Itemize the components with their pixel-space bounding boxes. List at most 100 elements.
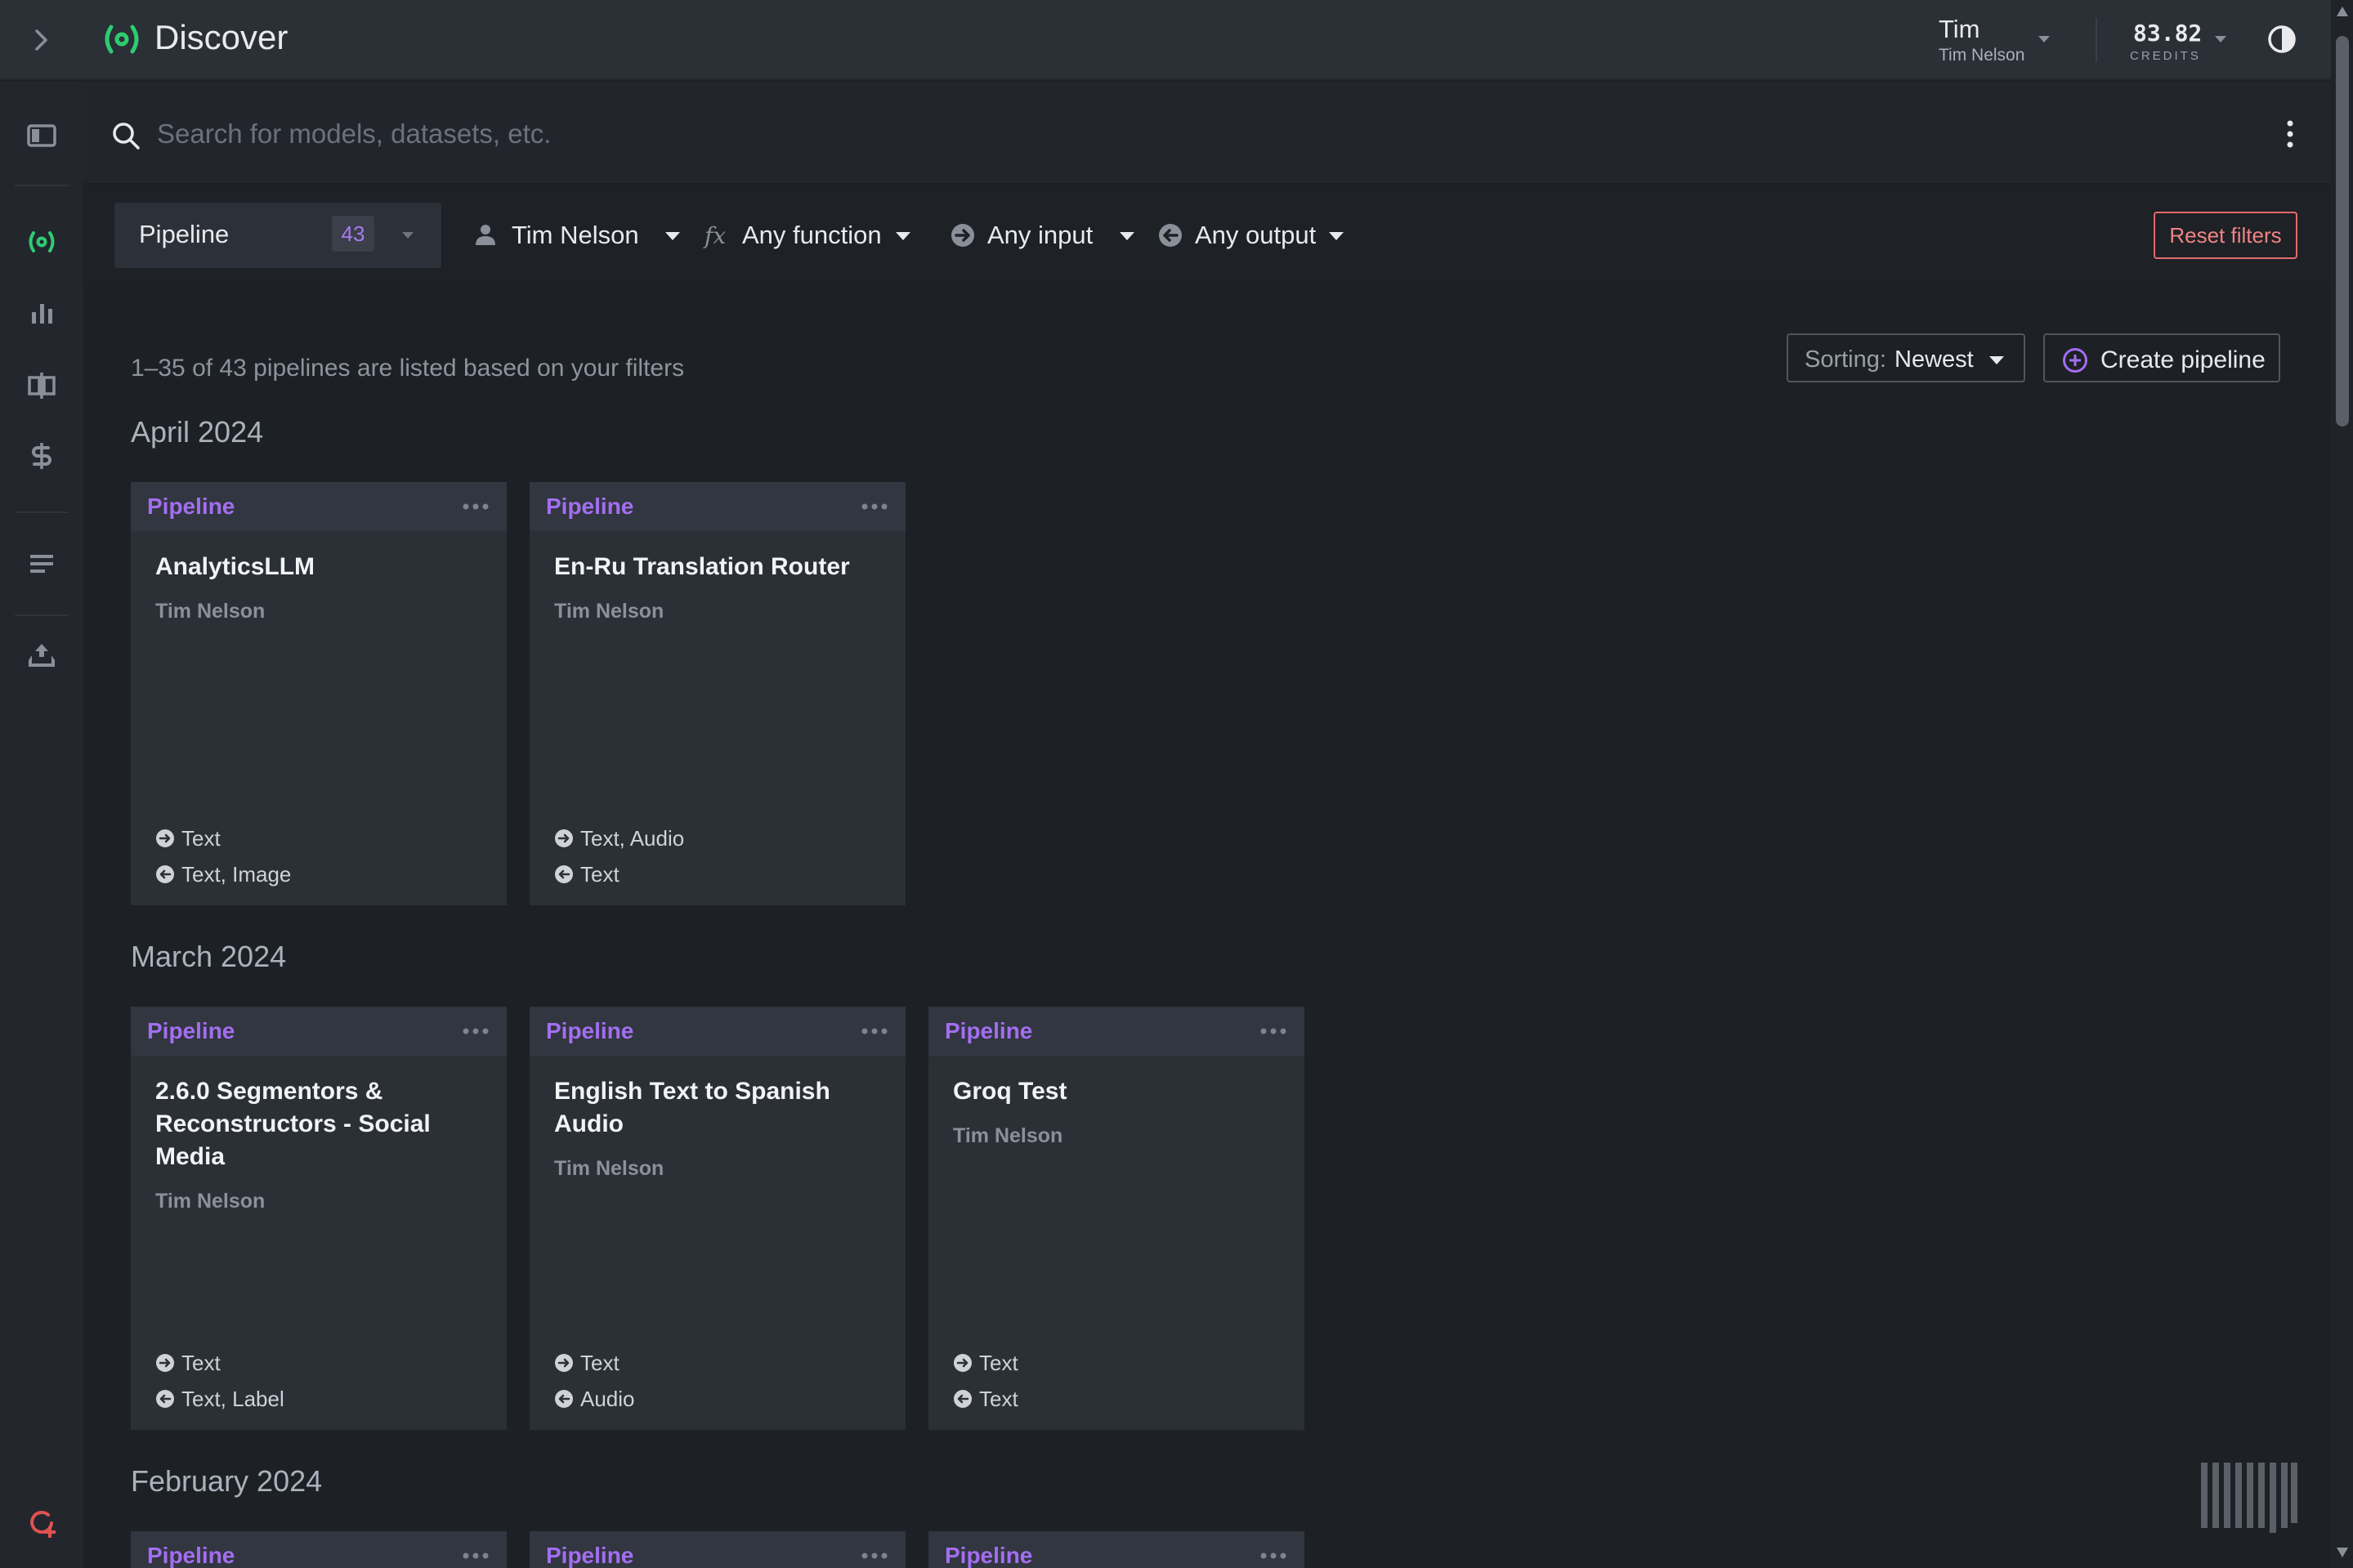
scrollbar-thumb[interactable] (2336, 36, 2349, 427)
sidebar-item-upload[interactable] (24, 637, 60, 673)
card-title: 2.6.0 Segmentors & Reconstructors - Soci… (155, 1078, 431, 1170)
more-horizontal-icon[interactable] (461, 497, 490, 516)
vertical-scrollbar[interactable] (2331, 0, 2353, 1568)
pipeline-card[interactable]: Pipeline English Text to Spanish Audio T… (530, 1007, 906, 1430)
user-first-name: Tim (1939, 15, 1980, 43)
sidebar-item-discover[interactable] (24, 224, 60, 260)
card-output-types: Text (979, 1387, 1018, 1411)
output-arrow-icon (156, 865, 174, 883)
svg-text:fx: fx (703, 222, 726, 249)
contrast-icon (2268, 25, 2296, 53)
card-title: English Text to Spanish Audio (554, 1078, 830, 1137)
more-horizontal-icon[interactable] (1259, 1546, 1288, 1566)
sidebar-item-support[interactable] (24, 1505, 60, 1541)
search-bar (83, 82, 2331, 185)
card-output-types: Text, Label (181, 1387, 284, 1411)
create-pipeline-button[interactable]: Create pipeline (2043, 333, 2280, 382)
analytics-icon (32, 304, 52, 324)
card-input-types: Text (181, 826, 221, 851)
input-arrow-icon (555, 829, 573, 847)
month-heading: April 2024 (131, 415, 264, 449)
sidebar-rail (0, 82, 83, 1568)
input-arrow-icon (555, 1354, 573, 1372)
sidebar-item-compare[interactable] (24, 368, 60, 404)
pipeline-card[interactable]: Pipeline AnalyticsLLM Tim Nelson Text Te… (131, 482, 507, 905)
card-output-types: Text (580, 862, 620, 887)
user-full-name: Tim Nelson (1939, 46, 2025, 65)
card-type-label: Pipeline (945, 1018, 1033, 1043)
month-heading: February 2024 (131, 1464, 323, 1498)
card-header: Pipeline (530, 482, 906, 531)
credits-value: 83.82 (2133, 20, 2203, 47)
sort-value: Newest (1894, 346, 1974, 373)
pipeline-card[interactable]: Pipeline En-Ru Translation Router Tim Ne… (530, 482, 906, 905)
card-header: Pipeline (928, 1531, 1304, 1568)
input-filter-label: Any input (987, 221, 1094, 249)
input-arrow-icon (156, 829, 174, 847)
sort-prefix: Sorting: (1805, 346, 1886, 373)
page-title: Discover (154, 18, 289, 56)
credits-menu[interactable]: 83.82 CREDITS (2122, 18, 2236, 67)
more-horizontal-icon[interactable] (461, 1021, 490, 1041)
list-icon (30, 555, 53, 573)
more-horizontal-icon[interactable] (1259, 1021, 1288, 1041)
sidebar-item-list[interactable] (24, 546, 60, 582)
function-filter-button[interactable]: fx Any function (703, 211, 915, 260)
user-menu[interactable]: Tim Tim Nelson (1929, 13, 2060, 67)
sidebar-item-analytics[interactable] (24, 296, 60, 332)
more-options-button[interactable] (2275, 118, 2305, 150)
card-output-types: Audio (580, 1387, 635, 1411)
pipeline-card[interactable]: Pipeline (928, 1531, 1304, 1568)
sidebar-item-panel[interactable] (24, 118, 60, 154)
type-filter-select[interactable]: Pipeline 43 (114, 203, 441, 268)
more-horizontal-icon[interactable] (461, 1546, 490, 1566)
pipeline-card[interactable]: Pipeline (131, 1531, 507, 1568)
month-heading: March 2024 (131, 940, 287, 973)
more-horizontal-icon[interactable] (860, 1546, 889, 1566)
function-icon: fx (703, 222, 726, 249)
search-input[interactable] (157, 113, 2200, 155)
theme-toggle-button[interactable] (2266, 23, 2298, 56)
output-arrow-icon (1159, 224, 1182, 247)
create-pipeline-label: Create pipeline (2100, 346, 2266, 373)
filter-bar: Pipeline 43 Tim Nelson fx Any function A… (83, 186, 2331, 284)
card-header: Pipeline (928, 1007, 1304, 1056)
card-header: Pipeline (131, 1531, 507, 1568)
pipeline-card[interactable]: Pipeline Groq Test Tim Nelson Text Text (928, 1007, 1304, 1430)
discover-logo-icon (105, 25, 139, 54)
expand-sidebar-button[interactable] (25, 24, 57, 56)
card-input-types: Text (181, 1351, 221, 1375)
card-author: Tim Nelson (155, 600, 266, 623)
card-header: Pipeline (530, 1531, 906, 1568)
card-title: En-Ru Translation Router (554, 553, 850, 580)
chevron-down-icon (896, 232, 910, 240)
reset-filters-button[interactable]: Reset filters (2154, 212, 2297, 259)
output-filter-button[interactable]: Any output (1156, 211, 1368, 260)
upload-icon (29, 644, 55, 667)
pipeline-card[interactable]: Pipeline 2.6.0 Segmentors & Reconstructo… (131, 1007, 507, 1430)
card-author: Tim Nelson (554, 600, 664, 623)
credits-label: CREDITS (2130, 49, 2201, 63)
billing-icon (32, 443, 51, 469)
input-arrow-icon (954, 1354, 972, 1372)
chevron-down-icon (2038, 36, 2050, 42)
owner-filter-button[interactable]: Tim Nelson (472, 211, 695, 260)
pipeline-card[interactable]: Pipeline (530, 1531, 906, 1568)
scroll-up-arrow-icon[interactable] (2337, 7, 2348, 16)
search-icon (113, 123, 140, 150)
card-type-label: Pipeline (147, 1543, 235, 1568)
card-type-label: Pipeline (147, 1018, 235, 1043)
card-type-label: Pipeline (945, 1543, 1033, 1568)
card-header: Pipeline (131, 482, 507, 531)
divider (2096, 18, 2097, 62)
card-type-label: Pipeline (546, 1543, 634, 1568)
scroll-down-arrow-icon[interactable] (2337, 1548, 2348, 1557)
discover-icon (29, 231, 55, 252)
compare-icon (28, 373, 56, 399)
sort-select[interactable]: Sorting: Newest (1787, 333, 2025, 382)
more-horizontal-icon[interactable] (860, 497, 889, 516)
sidebar-item-billing[interactable] (24, 438, 60, 474)
input-filter-button[interactable]: Any input (948, 211, 1144, 260)
panel-icon (27, 124, 56, 147)
more-horizontal-icon[interactable] (860, 1021, 889, 1041)
